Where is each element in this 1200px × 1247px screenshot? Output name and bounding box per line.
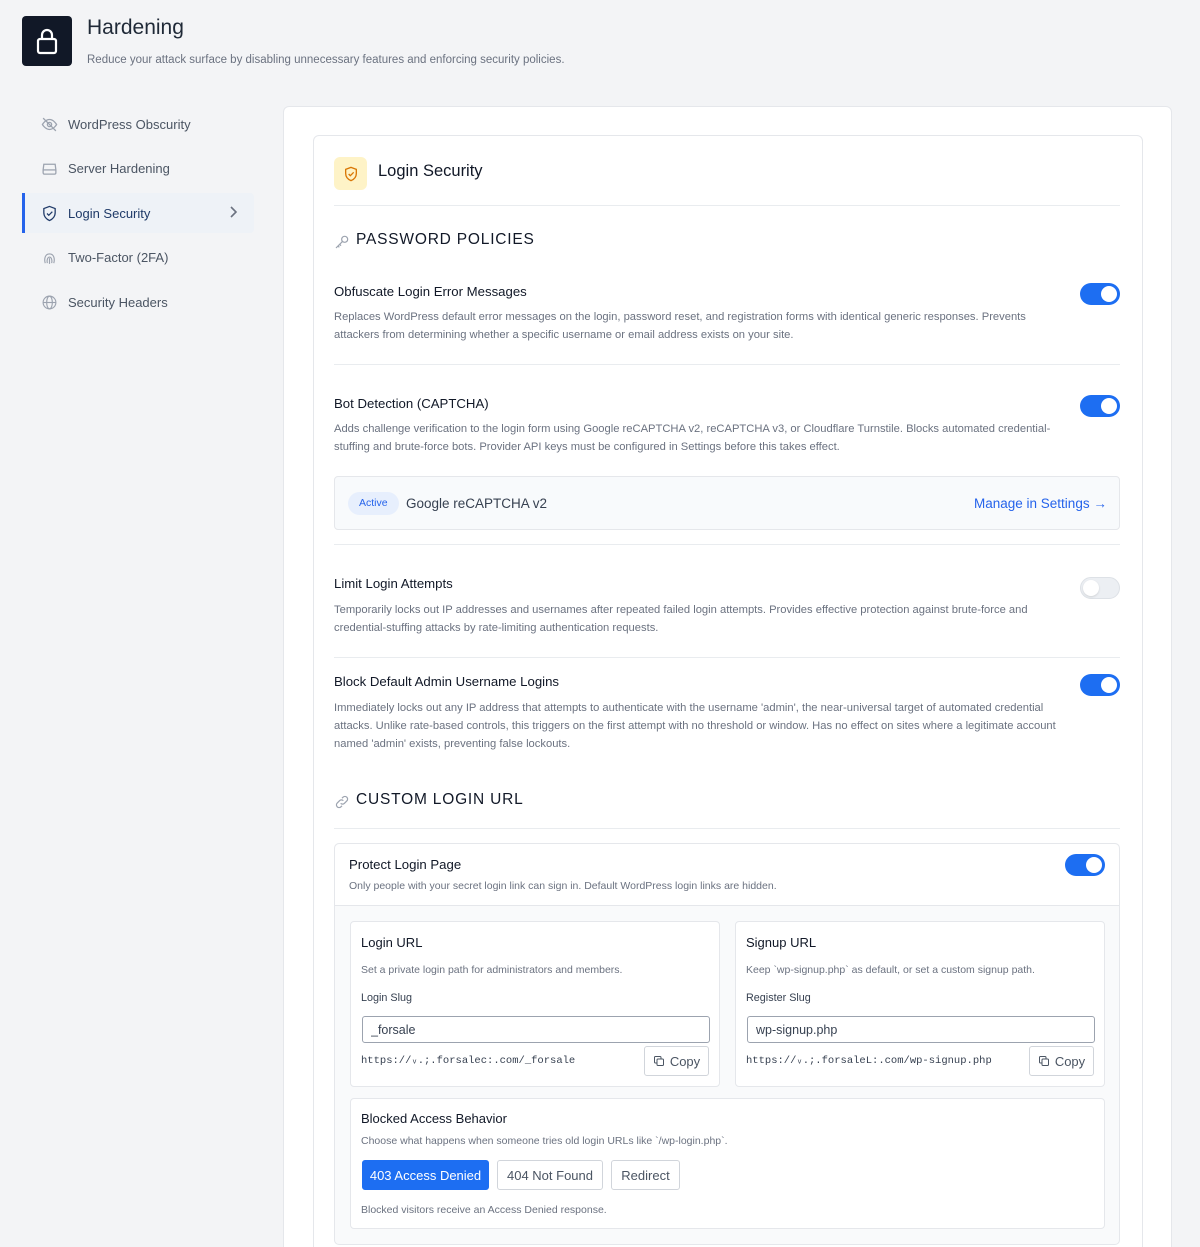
sidebar-item-label: WordPress Obscurity	[68, 116, 191, 132]
sidebar-item-login-security[interactable]: Login Security	[22, 193, 254, 233]
divider	[334, 364, 1120, 365]
shield-check-icon	[40, 204, 58, 222]
blocked-access-title: Blocked Access Behavior	[361, 1111, 507, 1126]
manage-in-settings-link[interactable]: Manage in Settings →	[974, 496, 1107, 511]
block-admin-desc: Immediately locks out any IP address tha…	[334, 702, 1056, 750]
fingerprint-icon	[40, 249, 58, 267]
protect-login-desc: Only people with your secret login link …	[349, 880, 777, 892]
sidebar-item-server-hardening[interactable]: Server Hardening	[22, 149, 254, 189]
card-title: Login Security	[378, 162, 483, 180]
bot-detection-desc: Adds challenge verification to the login…	[334, 423, 1051, 453]
sidebar-item-label: Two-Factor (2FA)	[68, 250, 169, 265]
sidebar-nav: WordPress Obscurity Server Hardening Log…	[22, 104, 254, 327]
page-title: Hardening	[87, 16, 184, 39]
bot-detection-toggle[interactable]	[1080, 395, 1120, 417]
sidebar-item-label: Security Headers	[68, 294, 168, 310]
login-url-desc: Set a private login path for administrat…	[361, 964, 623, 976]
sidebar-item-label: Login Security	[68, 205, 151, 221]
sidebar-item-wordpress-obscurity[interactable]: WordPress Obscurity	[22, 104, 254, 144]
custom-login-url-heading: CUSTOM LOGIN URL	[356, 791, 524, 808]
login-slug-input[interactable]	[362, 1016, 710, 1043]
sidebar-item-label: Server Hardening	[68, 161, 170, 176]
copy-login-url-button[interactable]: Copy	[644, 1046, 709, 1076]
signup-url-desc: Keep `wp-signup.php` as default, or set …	[746, 964, 1035, 976]
protect-login-header	[335, 844, 1119, 906]
globe-icon	[40, 293, 58, 311]
signup-url-title: Signup URL	[746, 935, 817, 950]
copy-signup-url-button[interactable]: Copy	[1029, 1046, 1094, 1076]
copy-icon	[653, 1055, 665, 1067]
hardening-lock-icon	[22, 16, 72, 66]
signup-full-url: https://ᵥ.;.forsaleL:.com/wp-signup.php	[746, 1055, 992, 1067]
option-403-access-denied[interactable]: 403 Access Denied	[362, 1160, 489, 1190]
blocked-access-desc: Choose what happens when someone tries o…	[361, 1135, 728, 1147]
divider	[334, 544, 1120, 545]
bot-detection-title: Bot Detection (CAPTCHA)	[334, 396, 489, 411]
divider	[334, 657, 1120, 658]
blocked-access-note: Blocked visitors receive an Access Denie…	[361, 1204, 607, 1216]
divider	[334, 828, 1120, 829]
limit-login-toggle[interactable]	[1080, 577, 1120, 599]
copy-label: Copy	[669, 1053, 701, 1069]
shield-icon	[334, 157, 367, 190]
sidebar-item-security-headers[interactable]: Security Headers	[22, 282, 254, 322]
eye-off-icon	[40, 115, 58, 133]
login-full-url: https://ᵥ.;.forsalec:.com/_forsale	[361, 1055, 576, 1067]
divider	[334, 205, 1120, 206]
register-slug-input[interactable]	[747, 1016, 1095, 1043]
obfuscate-errors-desc: Replaces WordPress default error message…	[334, 311, 1026, 341]
login-url-title: Login URL	[361, 935, 423, 950]
limit-login-title: Limit Login Attempts	[334, 576, 453, 591]
link-icon	[334, 794, 350, 810]
option-404-not-found[interactable]: 404 Not Found	[497, 1160, 603, 1190]
sidebar-item-two-factor[interactable]: Two-Factor (2FA)	[22, 238, 254, 278]
page-subtitle: Reduce your attack surface by disabling …	[87, 54, 565, 66]
obfuscate-errors-toggle[interactable]	[1080, 283, 1120, 305]
password-policies-heading: PASSWORD POLICIES	[356, 231, 535, 248]
chevron-right-icon	[228, 205, 238, 222]
option-redirect[interactable]: Redirect	[611, 1160, 680, 1190]
server-icon	[40, 160, 58, 178]
protect-login-title: Protect Login Page	[349, 857, 462, 872]
login-slug-label: Login Slug	[361, 992, 413, 1004]
captcha-provider-name: Google reCAPTCHA v2	[406, 496, 548, 511]
copy-label: Copy	[1054, 1053, 1086, 1069]
key-icon	[334, 234, 350, 250]
register-slug-label: Register Slug	[746, 992, 811, 1004]
protect-login-toggle[interactable]	[1065, 854, 1105, 876]
block-admin-title: Block Default Admin Username Logins	[334, 674, 560, 689]
obfuscate-errors-title: Obfuscate Login Error Messages	[334, 284, 527, 299]
limit-login-desc: Temporarily locks out IP addresses and u…	[334, 604, 1028, 634]
block-admin-toggle[interactable]	[1080, 674, 1120, 696]
status-badge: Active	[348, 492, 399, 515]
copy-icon	[1038, 1055, 1050, 1067]
